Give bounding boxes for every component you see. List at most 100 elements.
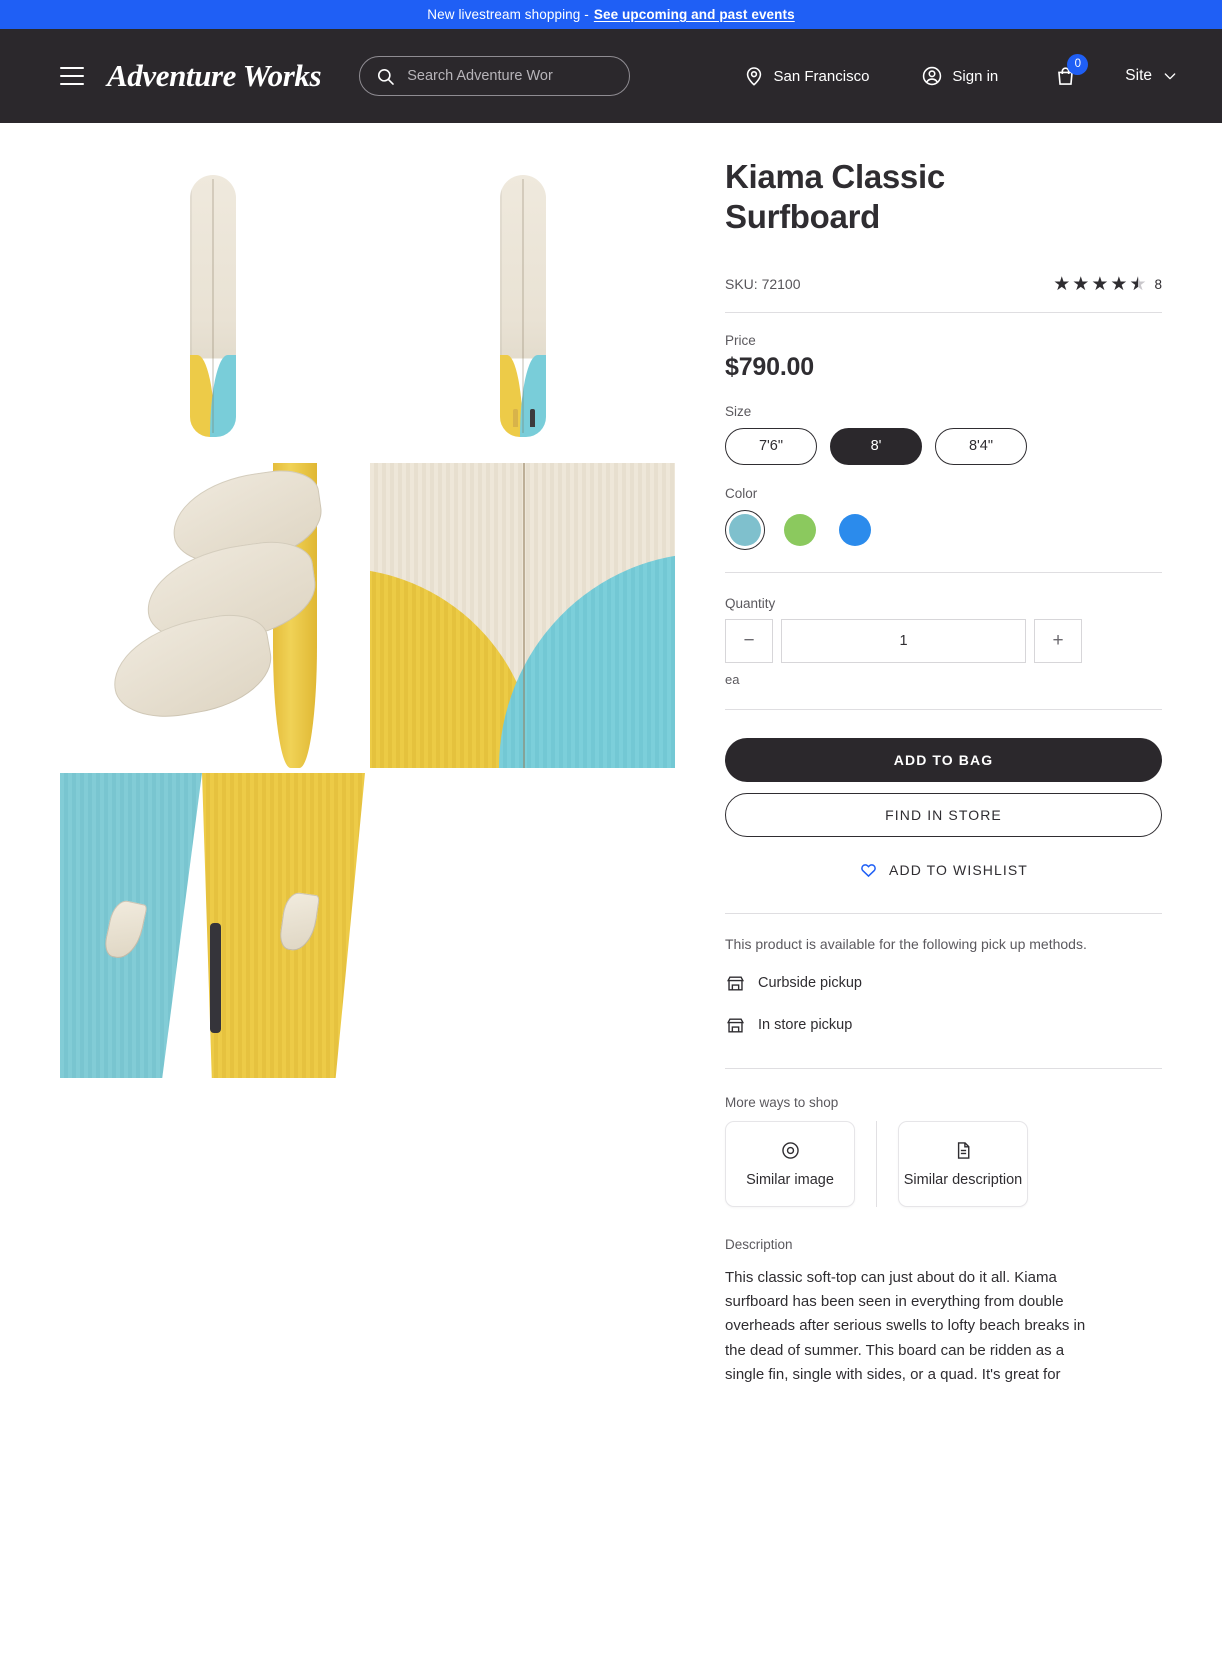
- divider: [725, 708, 1162, 710]
- color-swatch: [784, 513, 816, 546]
- location-label: San Francisco: [773, 67, 870, 85]
- similar-image-card[interactable]: Similar image: [725, 1120, 855, 1207]
- deck-cyan-area: [499, 553, 675, 768]
- more-ways-label: More ways to shop: [725, 1094, 839, 1110]
- board-side-fin: [512, 409, 518, 427]
- pickup-method-label: Curbside pickup: [758, 975, 862, 992]
- center-fin: [210, 923, 221, 1033]
- heart-icon: [859, 860, 878, 879]
- find-in-store-button[interactable]: FIND IN STORE: [725, 792, 1162, 837]
- product-details: Kiama Classic Surfboard SKU: 72100 ★ ★ ★…: [712, 123, 1222, 1678]
- color-option-green[interactable]: [780, 510, 820, 550]
- board-deck-closeup: [370, 463, 675, 768]
- search-box[interactable]: [359, 56, 631, 96]
- quantity-selector: Quantity − 1 + ea: [725, 596, 1162, 687]
- gallery-image-board-bottom[interactable]: [370, 153, 675, 458]
- add-to-wishlist-button[interactable]: ADD TO WISHLIST: [725, 851, 1162, 889]
- storefront-icon: [725, 1015, 746, 1036]
- gallery-image-deck-detail[interactable]: [370, 463, 675, 768]
- location-pin-icon: [743, 65, 765, 87]
- document-icon: [953, 1140, 974, 1161]
- divider: [725, 912, 1162, 914]
- plus-icon[interactable]: +: [1034, 618, 1082, 663]
- board-tail: [189, 355, 236, 437]
- board-yellow-area: [499, 355, 523, 437]
- color-selector: Color: [725, 486, 1162, 550]
- sign-in-label: Sign in: [952, 67, 999, 85]
- star-icon: ★: [1110, 273, 1128, 295]
- similar-image-label: Similar image: [746, 1171, 834, 1188]
- announcement-link[interactable]: See upcoming and past events: [594, 7, 795, 22]
- star-rating-icons: ★ ★ ★ ★ ★★: [1053, 275, 1146, 294]
- board-center-fin: [529, 409, 535, 427]
- quantity-uom: ea: [725, 671, 740, 687]
- site-header: Adventure Works San Francisco: [0, 29, 1222, 123]
- page-title: Kiama Classic Surfboard: [725, 158, 945, 235]
- pickup-method-label: In store pickup: [758, 1017, 853, 1034]
- product-page: Kiama Classic Surfboard SKU: 72100 ★ ★ ★…: [0, 123, 1222, 1678]
- storefront-icon: [725, 973, 746, 994]
- search-icon: [376, 67, 395, 86]
- add-to-bag-button[interactable]: ADD TO BAG: [725, 737, 1162, 782]
- surfboard-top-view: [189, 175, 236, 437]
- size-option-8[interactable]: 8': [830, 427, 922, 465]
- hamburger-icon[interactable]: [60, 67, 84, 85]
- announcement-text: New livestream shopping -: [427, 7, 589, 22]
- star-icon: ★: [1053, 273, 1071, 295]
- sign-in-button[interactable]: Sign in: [921, 65, 998, 87]
- price-section: Price $790.00: [725, 333, 1162, 382]
- location-selector[interactable]: San Francisco: [743, 65, 870, 87]
- board-tail: [499, 355, 546, 437]
- product-gallery: [0, 123, 712, 1678]
- size-option-8-4[interactable]: 8'4": [935, 427, 1027, 465]
- description-body: This classic soft-top can just about do …: [725, 1268, 1086, 1384]
- star-icon: ★: [1072, 273, 1090, 295]
- search-input[interactable]: [407, 68, 614, 84]
- sku-rating-row: SKU: 72100 ★ ★ ★ ★ ★★ 8: [725, 275, 1162, 294]
- pickup-method-curbside: Curbside pickup: [725, 973, 1162, 994]
- site-selector[interactable]: Site: [1125, 67, 1178, 85]
- card-divider: [876, 1120, 877, 1207]
- bag-count-badge: 0: [1067, 53, 1089, 75]
- quantity-stepper: − 1 +: [725, 618, 1162, 663]
- gallery-image-fins-bottom[interactable]: [60, 773, 365, 1078]
- more-ways-cards: Similar image Similar description: [725, 1120, 1162, 1207]
- shopping-bag-button[interactable]: 0: [1054, 53, 1089, 88]
- size-label: Size: [725, 403, 752, 419]
- eye-icon: [780, 1140, 801, 1161]
- size-options: 7'6" 8' 8'4": [725, 427, 1162, 465]
- board-cyan-area: [210, 355, 236, 437]
- price-value: $790.00: [725, 352, 814, 381]
- rating-widget[interactable]: ★ ★ ★ ★ ★★ 8: [1053, 275, 1162, 294]
- color-swatch: [839, 513, 871, 546]
- wishlist-label: ADD TO WISHLIST: [889, 861, 1028, 878]
- chevron-down-icon: [1162, 68, 1178, 84]
- divider: [725, 1067, 1162, 1069]
- site-label: Site: [1125, 67, 1152, 84]
- minus-icon[interactable]: −: [725, 618, 773, 663]
- product-actions: ADD TO BAG FIND IN STORE ADD TO WISHLIST: [725, 737, 1162, 889]
- user-circle-icon: [921, 65, 943, 87]
- fin-blade: [105, 607, 279, 727]
- more-ways-to-shop: More ways to shop Similar image Similar …: [725, 1095, 1162, 1207]
- color-label: Color: [725, 485, 758, 501]
- size-option-7-6[interactable]: 7'6": [725, 427, 817, 465]
- quantity-input[interactable]: 1: [781, 618, 1026, 663]
- color-option-blue[interactable]: [835, 510, 875, 550]
- board-bottom-closeup: [60, 773, 365, 1078]
- announcement-bar: New livestream shopping - See upcoming a…: [0, 0, 1222, 29]
- brand-logo[interactable]: Adventure Works: [107, 58, 322, 94]
- gallery-image-fin-detail[interactable]: [60, 463, 365, 768]
- surfboard-bottom-view: [499, 175, 546, 437]
- sku-label: SKU: 72100: [725, 276, 801, 293]
- header-actions: San Francisco Sign in 0 Site: [743, 53, 1182, 88]
- quantity-label: Quantity: [725, 595, 776, 611]
- description-section: Description This classic soft-top can ju…: [725, 1237, 1162, 1387]
- color-option-teal[interactable]: [725, 509, 765, 550]
- divider: [725, 571, 1162, 573]
- similar-description-card[interactable]: Similar description: [898, 1120, 1028, 1207]
- gallery-image-board-top[interactable]: [60, 153, 365, 458]
- gallery-grid: [60, 153, 692, 1078]
- star-icon: ★: [1091, 273, 1109, 295]
- description-label: Description: [725, 1236, 793, 1252]
